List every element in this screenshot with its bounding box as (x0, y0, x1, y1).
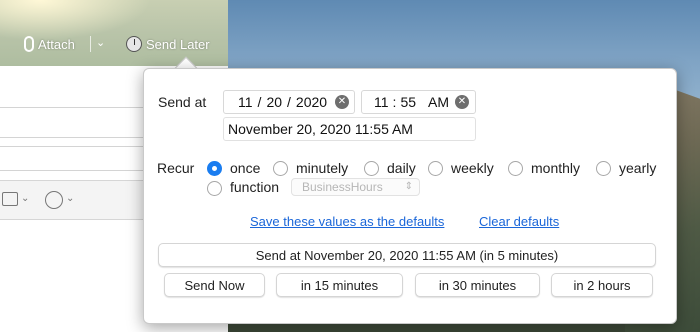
date-separator: / (287, 94, 291, 110)
recur-once-radio[interactable] (207, 161, 222, 176)
in-30-minutes-button[interactable]: in 30 minutes (415, 273, 540, 297)
send-now-button[interactable]: Send Now (164, 273, 265, 297)
send-later-button[interactable]: Send Later (126, 34, 210, 54)
recur-function-radio[interactable] (207, 181, 222, 196)
chevron-down-icon[interactable]: ⌄ (21, 193, 29, 204)
toolbar-separator (90, 36, 91, 52)
time-hour[interactable]: 11 (374, 94, 389, 110)
recur-minutely-radio[interactable] (273, 161, 288, 176)
clear-time-icon[interactable]: ✕ (455, 95, 469, 109)
save-defaults-link[interactable]: Save these values as the defaults (250, 214, 444, 229)
function-select-value: BusinessHours (302, 180, 383, 194)
recur-monthly-radio[interactable] (508, 161, 523, 176)
function-select[interactable]: BusinessHours ⇕ (291, 178, 420, 196)
date-day[interactable]: 20 (266, 94, 282, 110)
send-at-summary-field: November 20, 2020 11:55 AM (223, 117, 476, 141)
recur-weekly-label[interactable]: weekly (451, 160, 494, 176)
recur-label: Recur (157, 160, 195, 176)
date-year[interactable]: 2020 (296, 94, 327, 110)
select-chevron-icon: ⇕ (404, 181, 413, 192)
recur-monthly-label[interactable]: monthly (531, 160, 580, 176)
recur-once-label[interactable]: once (230, 160, 260, 176)
recur-yearly-label[interactable]: yearly (619, 160, 656, 176)
insert-image-icon[interactable] (2, 192, 18, 206)
recur-minutely-label[interactable]: minutely (296, 160, 348, 176)
send-at-summary: November 20, 2020 11:55 AM (228, 121, 413, 137)
clock-icon (126, 36, 142, 52)
recur-function-label[interactable]: function (230, 179, 279, 195)
chevron-down-icon[interactable]: ⌄ (66, 193, 74, 204)
clear-date-icon[interactable]: ✕ (335, 95, 349, 109)
in-2-hours-button[interactable]: in 2 hours (551, 273, 653, 297)
recur-daily-radio[interactable] (364, 161, 379, 176)
time-ampm[interactable]: AM (428, 94, 449, 110)
in-15-minutes-button[interactable]: in 15 minutes (276, 273, 403, 297)
date-separator: / (257, 94, 262, 110)
time-minute[interactable]: 55 (400, 94, 416, 110)
attach-label: Attach (38, 36, 75, 52)
compose-toolbar: Attach ⌄ Send Later (0, 0, 228, 66)
clear-defaults-link[interactable]: Clear defaults (479, 214, 559, 229)
recur-daily-label[interactable]: daily (387, 160, 416, 176)
emoji-icon[interactable] (45, 191, 63, 209)
paperclip-icon (24, 36, 34, 52)
send-at-button[interactable]: Send at November 20, 2020 11:55 AM (in 5… (158, 243, 656, 267)
date-month[interactable]: 11 (238, 94, 253, 110)
time-separator: : (392, 94, 397, 110)
attach-button[interactable]: Attach (24, 34, 75, 54)
send-at-label: Send at (158, 94, 207, 110)
recur-weekly-radio[interactable] (428, 161, 443, 176)
attach-menu-chevron-icon[interactable]: ⌄ (96, 36, 105, 49)
recur-yearly-radio[interactable] (596, 161, 611, 176)
send-later-label: Send Later (146, 36, 210, 52)
